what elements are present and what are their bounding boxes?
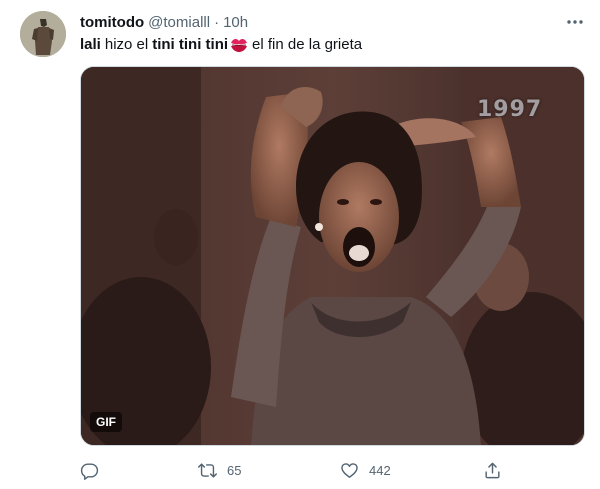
avatar[interactable] <box>20 11 66 57</box>
more-button[interactable] <box>562 10 588 34</box>
retweet-count: 65 <box>227 462 242 478</box>
heart-icon <box>341 462 358 478</box>
more-horizontal-icon <box>567 20 583 24</box>
timestamp[interactable]: 10h <box>223 14 248 31</box>
kiss-mark-icon <box>230 36 248 54</box>
retweet-icon <box>198 462 217 478</box>
tweet[interactable]: tomitodo @tomialll · 10h lali hizo el ti… <box>0 0 600 489</box>
separator-dot: · <box>214 13 220 31</box>
tweet-text-part: tini tini tini <box>152 36 229 53</box>
like-button[interactable]: 442 <box>340 456 391 484</box>
tweet-text-part: lali <box>80 36 101 53</box>
share-icon <box>485 462 500 478</box>
share-button[interactable] <box>483 456 502 484</box>
gif-watermark: 1997 <box>477 97 543 122</box>
gif-media[interactable]: 1997 GIF <box>80 66 585 446</box>
like-count: 442 <box>369 462 391 478</box>
reply-icon <box>80 462 99 480</box>
tweet-text: lali hizo el tini tini tini el fin de la… <box>80 35 362 55</box>
avatar-image <box>20 11 66 57</box>
gif-badge: GIF <box>90 412 122 432</box>
tweet-header: tomitodo @tomialll · 10h <box>80 12 248 32</box>
retweet-button[interactable]: 65 <box>198 456 241 484</box>
user-handle[interactable]: @tomialll <box>148 14 210 31</box>
tweet-text-part: el fin de la grieta <box>252 36 363 53</box>
tweet-text-part: hizo el <box>104 36 149 53</box>
reply-button[interactable] <box>80 456 99 484</box>
tweet-actions: 65 442 <box>78 456 508 484</box>
display-name[interactable]: tomitodo <box>80 14 144 31</box>
gif-frame <box>81 67 584 445</box>
